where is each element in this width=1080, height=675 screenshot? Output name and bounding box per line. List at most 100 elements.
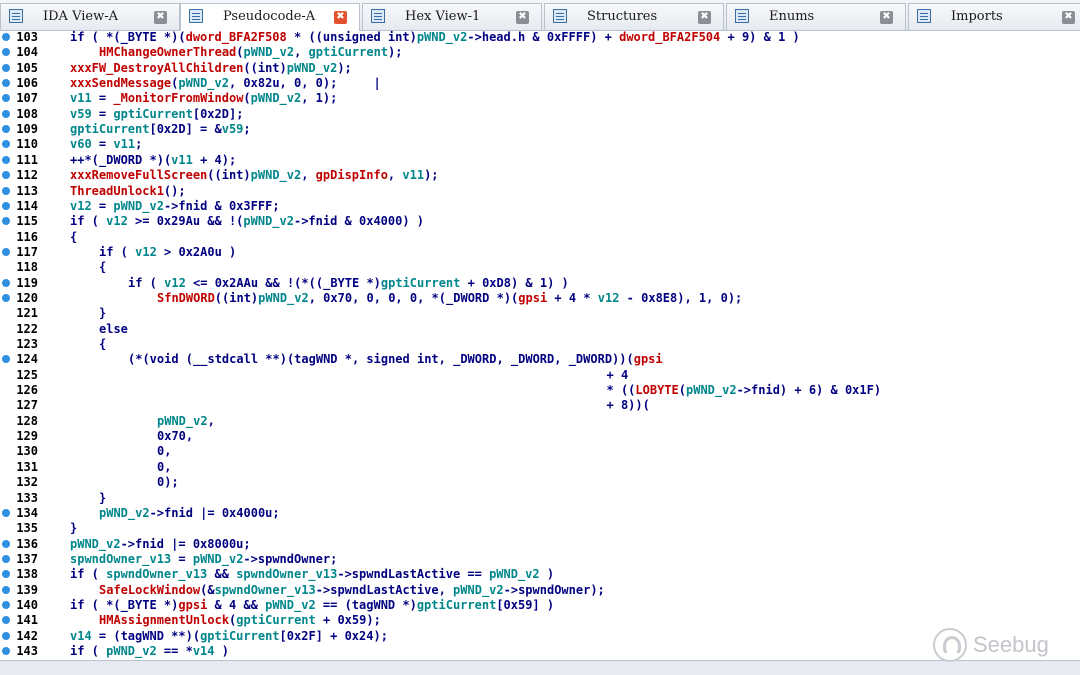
breakpoint-dot-icon[interactable]: [2, 140, 10, 149]
tab-hex-view-1[interactable]: Hex View-1 ✖: [362, 3, 542, 30]
code-text: 0);: [157, 475, 179, 490]
code-text: 0x70,: [157, 429, 193, 444]
code-line[interactable]: 105 xxxFW_DestroyAllChildren((int)pWND_v2…: [0, 61, 1080, 76]
breakpoint-dot-icon[interactable]: [2, 647, 10, 655]
breakpoint-dot-icon[interactable]: [2, 554, 10, 563]
breakpoint-dot-icon[interactable]: [2, 186, 10, 195]
code-token: dword_BFA2F508: [185, 30, 287, 44]
pseudocode-view[interactable]: 103 if ( *(_BYTE *)(dword_BFA2F508 * ((un…: [0, 30, 1080, 660]
tab-structures[interactable]: Structures ✖: [544, 3, 724, 30]
tab-label: Enums: [769, 9, 815, 24]
code-line[interactable]: 138 if ( spwndOwner_v13 && spwndOwner_v13…: [0, 567, 1080, 582]
code-line[interactable]: 112 xxxRemoveFullScreen((int)pWND_v2, gpD…: [0, 168, 1080, 183]
line-number: 128: [16, 413, 38, 428]
code-token: pWND_v2: [243, 214, 294, 229]
code-line[interactable]: 131 0,: [0, 460, 1080, 475]
breakpoint-dot-icon[interactable]: [2, 48, 10, 57]
tab-pseudocode-a[interactable]: Pseudocode-A ✖: [180, 3, 360, 31]
tab-imports[interactable]: Imports ✖: [908, 3, 1080, 30]
code-line[interactable]: 116 {: [0, 230, 1080, 245]
code-line[interactable]: 107 v11 = _MonitorFromWindow(pWND_v2, 1);: [0, 91, 1080, 106]
breakpoint-dot-icon[interactable]: [2, 293, 10, 302]
code-line[interactable]: 139 SafeLockWindow(&spwndOwner_v13->spwnd…: [0, 583, 1080, 598]
code-token: gptiCurrent: [380, 275, 461, 290]
close-icon[interactable]: ✖: [334, 11, 347, 24]
code-line[interactable]: 137 spwndOwner_v13 = pWND_v2->spwndOwner;: [0, 552, 1080, 567]
breakpoint-dot-icon[interactable]: [2, 171, 10, 180]
breakpoint-dot-icon[interactable]: [2, 155, 10, 164]
code-line[interactable]: 104 HMChangeOwnerThread(pWND_v2, gptiCurr…: [0, 45, 1080, 60]
breakpoint-dot-icon[interactable]: [2, 33, 10, 41]
code-line[interactable]: 108 v59 = gptiCurrent[0x2D];: [0, 107, 1080, 122]
breakpoint-dot-icon[interactable]: [2, 616, 10, 625]
code-line[interactable]: 140 if ( *(_BYTE *)gpsi & 4 && pWND_v2 ==…: [0, 598, 1080, 613]
code-line[interactable]: 111 ++*(_DWORD *)(v11 + 4);: [0, 153, 1080, 168]
code-token: pWND_v2: [489, 567, 540, 582]
line-number: 137: [16, 551, 38, 566]
code-token: ;: [135, 137, 143, 152]
close-icon[interactable]: ✖: [698, 11, 711, 24]
code-line[interactable]: 117 if ( v12 > 0x2A0u ): [0, 245, 1080, 260]
breakpoint-dot-icon[interactable]: [2, 109, 10, 118]
code-line[interactable]: 142 v14 = (tagWND **)(gptiCurrent[0x2F] +…: [0, 629, 1080, 644]
line-number: 114: [16, 198, 38, 213]
code-token: ->head.h & 0xFFFF) +: [467, 30, 620, 44]
breakpoint-dot-icon[interactable]: [2, 94, 10, 103]
code-line[interactable]: 127 + 8))(: [0, 398, 1080, 413]
tab-ida-view-a[interactable]: IDA View-A ✖: [0, 3, 180, 30]
code-line[interactable]: 110 v60 = v11;: [0, 137, 1080, 152]
tab-enums[interactable]: Enums ✖: [726, 3, 906, 30]
breakpoint-dot-icon[interactable]: [2, 631, 10, 640]
code-line[interactable]: 135}: [0, 521, 1080, 536]
code-token: <= 0x2AAu && !(*((: [185, 275, 324, 290]
breakpoint-dot-icon[interactable]: [2, 508, 10, 517]
code-line[interactable]: 132 0);: [0, 475, 1080, 490]
breakpoint-dot-icon[interactable]: [2, 63, 10, 72]
breakpoint-dot-icon[interactable]: [2, 355, 10, 364]
code-line[interactable]: 136 pWND_v2->fnid |= 0x8000u;: [0, 537, 1080, 552]
breakpoint-dot-icon[interactable]: [2, 201, 10, 210]
code-line[interactable]: 141 HMAssignmentUnlock(gptiCurrent + 0x59…: [0, 613, 1080, 628]
code-text: v11 = _MonitorFromWindow(pWND_v2, 1);: [70, 91, 337, 106]
code-line[interactable]: 115 if ( v12 >= 0x29Au && !(pWND_v2->fnid…: [0, 214, 1080, 229]
breakpoint-dot-icon[interactable]: [2, 217, 10, 226]
breakpoint-dot-icon[interactable]: [2, 570, 10, 579]
code-line[interactable]: 103 if ( *(_BYTE *)(dword_BFA2F508 * ((un…: [0, 30, 1080, 45]
close-icon[interactable]: ✖: [1062, 11, 1075, 24]
code-line[interactable]: 118 {: [0, 260, 1080, 275]
close-icon[interactable]: ✖: [880, 11, 893, 24]
breakpoint-dot-icon[interactable]: [2, 247, 10, 256]
breakpoint-dot-icon[interactable]: [2, 539, 10, 548]
code-line[interactable]: 113 ThreadUnlock1();: [0, 184, 1080, 199]
code-token: gptiCurrent: [200, 628, 280, 643]
code-token: if ( *(: [70, 597, 121, 612]
code-token: , 0x70, 0, 0, 0, *(: [308, 290, 447, 305]
breakpoint-dot-icon[interactable]: [2, 79, 10, 88]
code-line[interactable]: 114 v12 = pWND_v2->fnid & 0x3FFF;: [0, 199, 1080, 214]
code-line[interactable]: 128 pWND_v2,: [0, 414, 1080, 429]
code-line[interactable]: 119 if ( v12 <= 0x2AAu && !(*((_BYTE *)gp…: [0, 276, 1080, 291]
code-line[interactable]: 106 xxxSendMessage(pWND_v2, 0x82u, 0, 0);…: [0, 76, 1080, 91]
breakpoint-dot-icon[interactable]: [2, 125, 10, 134]
code-line[interactable]: 123 {: [0, 337, 1080, 352]
code-line[interactable]: 134 pWND_v2->fnid |= 0x4000u;: [0, 506, 1080, 521]
code-line[interactable]: 122 else: [0, 322, 1080, 337]
code-line[interactable]: 143 if ( pWND_v2 == *v14 ): [0, 644, 1080, 659]
code-line[interactable]: 126 * ((LOBYTE(pWND_v2->fnid) + 6) & 0x1F…: [0, 383, 1080, 398]
code-line[interactable]: 120 SfnDWORD((int)pWND_v2, 0x70, 0, 0, 0,…: [0, 291, 1080, 306]
code-token: *): [359, 275, 381, 290]
line-number: 136: [16, 536, 38, 551]
code-line[interactable]: 133}: [0, 491, 1080, 506]
breakpoint-dot-icon[interactable]: [2, 278, 10, 287]
breakpoint-dot-icon[interactable]: [2, 585, 10, 594]
code-line[interactable]: 125 + 4: [0, 368, 1080, 383]
breakpoint-dot-icon[interactable]: [2, 600, 10, 609]
code-line[interactable]: 121}: [0, 306, 1080, 321]
code-line[interactable]: 129 0x70,: [0, 429, 1080, 444]
code-line[interactable]: 124 (*(void (__stdcall **)(tagWND *, sign…: [0, 352, 1080, 367]
close-icon[interactable]: ✖: [154, 11, 167, 24]
code-line[interactable]: 109 gptiCurrent[0x2D] = &v59;: [0, 122, 1080, 137]
code-line[interactable]: 130 0,: [0, 444, 1080, 459]
close-icon[interactable]: ✖: [516, 11, 529, 24]
code-token: pWND_v2: [157, 413, 208, 428]
